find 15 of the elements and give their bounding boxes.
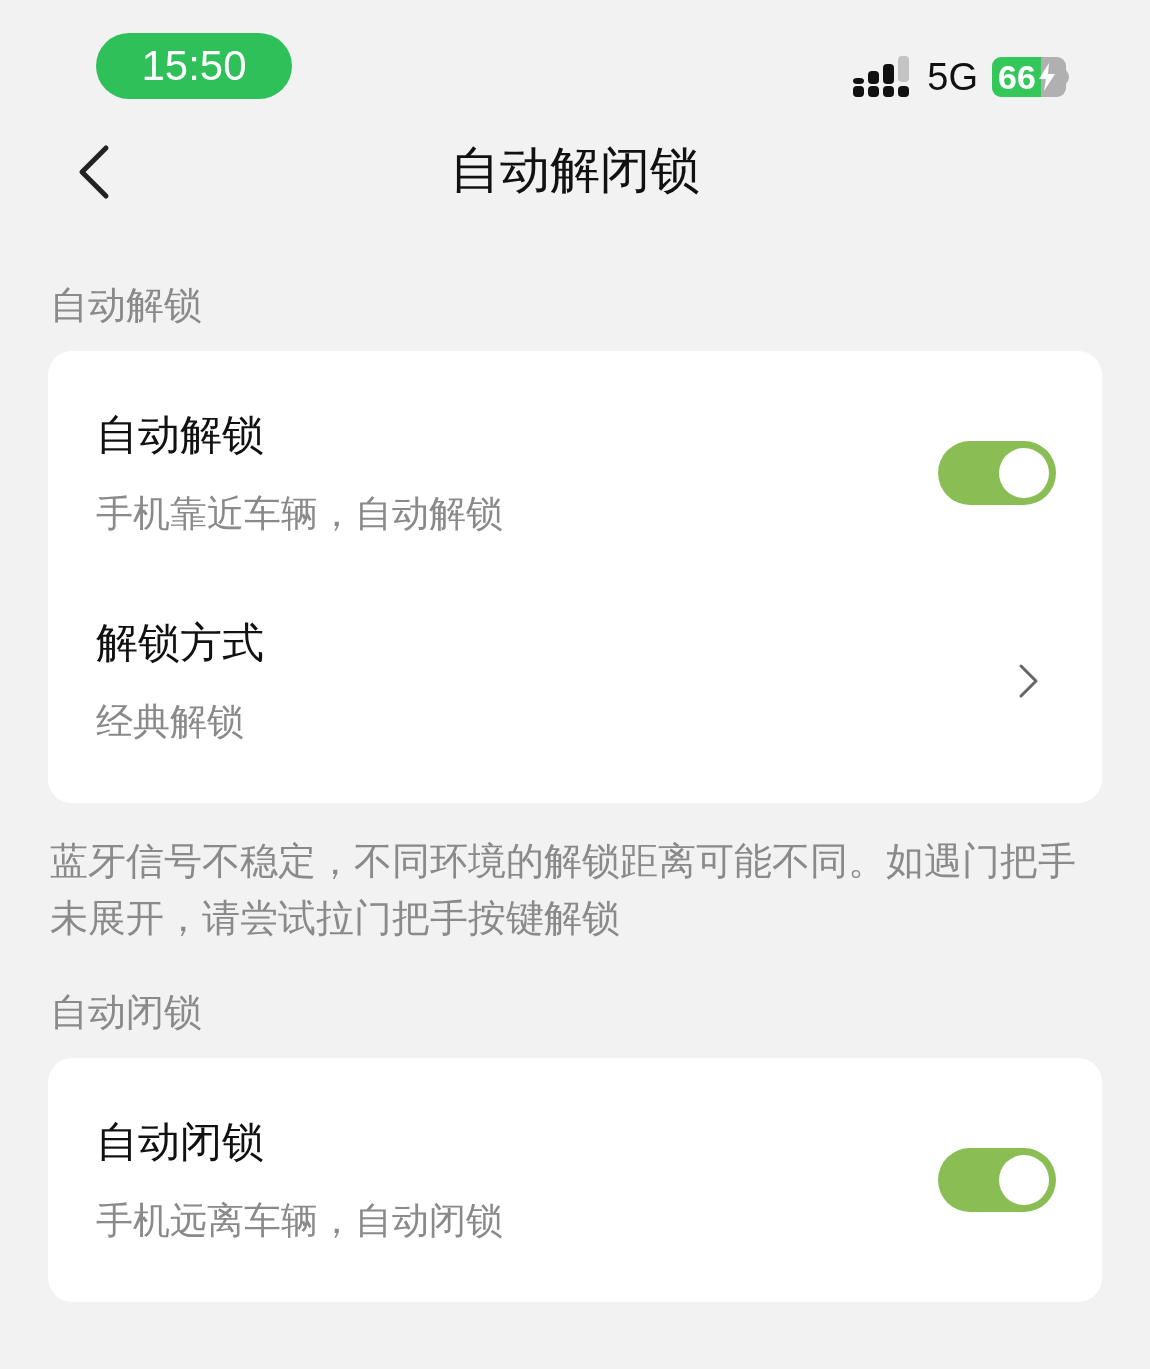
setting-description: 手机远离车辆，自动闭锁 — [96, 1198, 504, 1244]
battery-indicator: 66 — [992, 57, 1066, 97]
setting-title: 自动闭锁 — [96, 1116, 265, 1168]
setting-title: 自动解锁 — [96, 409, 265, 461]
status-time: 15:50 — [96, 33, 292, 99]
chevron-right-icon[interactable] — [1018, 663, 1040, 699]
info-note: 蓝牙信号不稳定，不同环境的解锁距离可能不同。如遇门把手未展开，请尝试拉门把手按键解锁 — [50, 838, 1077, 942]
battery-tip-icon — [1066, 70, 1072, 84]
network-label: 5G — [927, 55, 978, 99]
section-header: 自动解锁 — [49, 282, 203, 329]
page-title: 自动解闭锁 — [450, 139, 700, 201]
setting-description: 经典解锁 — [96, 699, 245, 745]
setting-description: 手机靠近车辆，自动解锁 — [96, 491, 504, 537]
setting-title: 解锁方式 — [96, 617, 265, 669]
section-header: 自动闭锁 — [49, 989, 203, 1036]
